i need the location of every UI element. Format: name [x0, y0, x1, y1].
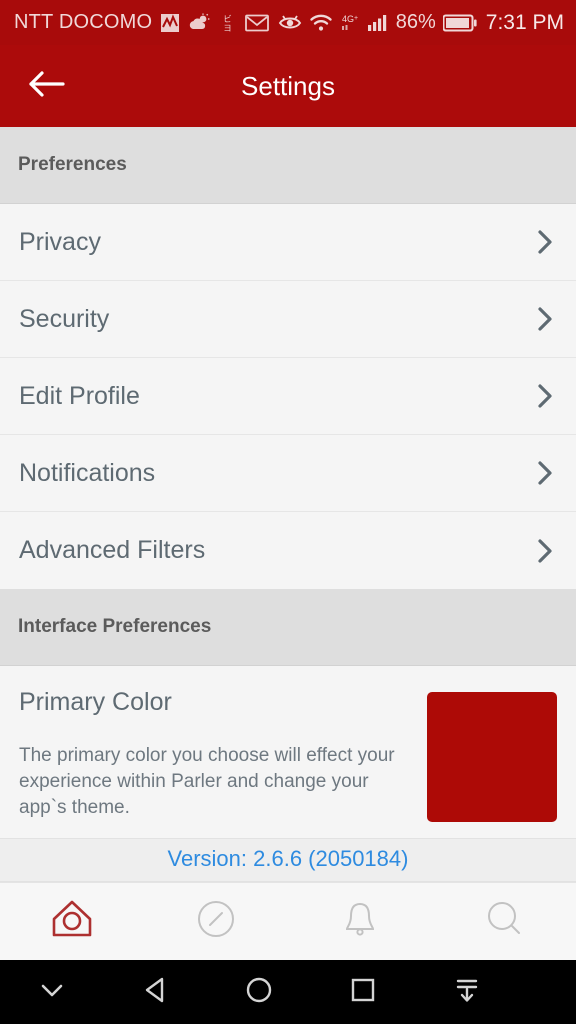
- settings-row-privacy[interactable]: Privacy: [0, 204, 576, 281]
- status-bar: NTT DOCOMO ビヨ 4G + 86% 7:31 PM: [0, 0, 576, 45]
- row-label: Notifications: [19, 458, 156, 487]
- android-nav-bar: [0, 960, 576, 1024]
- battery-icon: [442, 14, 477, 32]
- tab-notifications[interactable]: [288, 897, 432, 946]
- settings-row-advanced-filters[interactable]: Advanced Filters: [0, 512, 576, 589]
- preferences-list: Privacy Security Edit Profile Notificati…: [0, 204, 576, 589]
- phone-screen: NTT DOCOMO ビヨ 4G + 86% 7:31 PM Settings …: [0, 0, 576, 1024]
- back-button[interactable]: [10, 69, 82, 104]
- chevron-down-icon: [35, 978, 69, 1007]
- arrow-left-icon: [27, 69, 65, 104]
- row-label: Edit Profile: [19, 381, 140, 410]
- nav-hide-keyboard-button[interactable]: [415, 974, 519, 1011]
- settings-content: Preferences Privacy Security Edit Profil…: [0, 127, 576, 882]
- weather-cloud-icon: [188, 13, 210, 33]
- home-circle-icon: [243, 974, 275, 1011]
- eye-icon: [278, 14, 302, 32]
- back-triangle-icon: [140, 974, 172, 1011]
- nav-back-button[interactable]: [104, 974, 208, 1011]
- signal-chart-icon: [160, 13, 180, 33]
- battery-percent-label: 86%: [395, 11, 436, 33]
- svg-text:4G: 4G: [342, 14, 354, 24]
- row-label: Privacy: [19, 227, 101, 256]
- primary-color-text: Primary Color The primary color you choo…: [19, 688, 409, 821]
- hide-keyboard-icon: [451, 974, 483, 1011]
- primary-color-title: Primary Color: [19, 688, 172, 716]
- carrier-label: NTT DOCOMO: [14, 11, 153, 33]
- wifi-icon: [309, 13, 333, 32]
- version-band: Version: 2.6.6 (2050184): [0, 838, 576, 882]
- cellular-signal-icon: [367, 13, 389, 32]
- settings-row-security[interactable]: Security: [0, 281, 576, 358]
- app-bar: Settings: [0, 45, 576, 127]
- section-header-interface-preferences: Interface Preferences: [0, 589, 576, 666]
- row-label: Security: [19, 304, 110, 333]
- clock-label: 7:31 PM: [485, 10, 564, 34]
- search-icon: [482, 897, 526, 946]
- recents-square-icon: [347, 974, 379, 1011]
- nav-recents-button[interactable]: [311, 974, 415, 1011]
- mail-icon: [245, 14, 270, 32]
- primary-color-description: The primary color you choose will effect…: [19, 745, 395, 818]
- bottom-tab-bar: [0, 882, 576, 960]
- tab-home[interactable]: [0, 897, 144, 946]
- settings-row-edit-profile[interactable]: Edit Profile: [0, 358, 576, 435]
- primary-color-section: Primary Color The primary color you choo…: [0, 666, 576, 838]
- japanese-app-icon: ビヨ: [218, 13, 237, 32]
- row-label: Advanced Filters: [19, 536, 206, 564]
- page-title: Settings: [241, 70, 335, 101]
- version-label[interactable]: Version: 2.6.6 (2050184): [168, 846, 409, 871]
- chevron-right-icon: [534, 461, 556, 485]
- compass-icon: [194, 897, 238, 946]
- chevron-right-icon: [534, 384, 556, 408]
- svg-text:ヨ: ヨ: [224, 24, 233, 32]
- tab-explore[interactable]: [144, 897, 288, 946]
- tab-search[interactable]: [432, 897, 576, 946]
- network-4g-icon: 4G +: [340, 13, 360, 33]
- primary-color-swatch[interactable]: [427, 692, 557, 822]
- nav-home-button[interactable]: [208, 974, 312, 1011]
- svg-text:+: +: [354, 15, 358, 22]
- settings-row-notifications[interactable]: Notifications: [0, 435, 576, 512]
- chevron-right-icon: [534, 538, 556, 563]
- section-header-preferences: Preferences: [0, 127, 576, 204]
- bell-icon: [338, 897, 382, 946]
- status-bar-left: NTT DOCOMO ビヨ: [14, 11, 270, 34]
- chevron-right-icon: [534, 307, 556, 331]
- home-icon: [49, 897, 95, 946]
- chevron-right-icon: [534, 230, 556, 254]
- nav-hide-button[interactable]: [0, 978, 104, 1007]
- status-bar-right: 4G + 86% 7:31 PM: [278, 11, 564, 35]
